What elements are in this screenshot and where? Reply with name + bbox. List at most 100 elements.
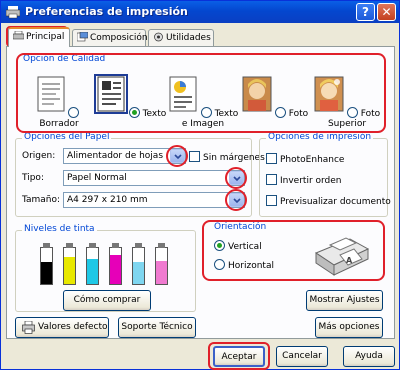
title-bar: Preferencias de impresión ? ✕: [1, 1, 399, 23]
ink-levels-title: Niveles de tinta: [22, 224, 97, 234]
more-options-button[interactable]: Más opciones: [315, 317, 383, 338]
radio-borrador[interactable]: [68, 107, 80, 118]
tab-principal[interactable]: Principal: [8, 27, 70, 47]
orientation-horizontal[interactable]: Horizontal: [214, 259, 274, 271]
ink-levels-group: Niveles de tinta Cómo comprar: [15, 224, 196, 312]
quality-option-foto-superior[interactable]: Foto Superior: [311, 76, 383, 129]
origin-select[interactable]: Alimentador de hojas: [63, 148, 186, 164]
ink-level-fill: [133, 262, 144, 284]
draft-page-icon: [37, 76, 65, 112]
quality-option-foto[interactable]: Foto: [239, 76, 311, 119]
radio-texto[interactable]: [128, 107, 140, 118]
text-image-page-icon: [169, 76, 197, 112]
ink-level-fill: [64, 257, 75, 284]
quality-group: Opción de Calidad Borrador Texto Texto e…: [15, 54, 386, 130]
ink-cartridge: [109, 243, 122, 285]
label-borrador: Borrador: [39, 119, 79, 129]
text-page-icon: [93, 74, 128, 114]
tech-support-button[interactable]: Soporte Técnico: [118, 317, 196, 338]
type-select[interactable]: Papel Normal: [63, 170, 245, 186]
photoenhance-checkbox[interactable]: [266, 153, 277, 164]
quality-option-texto-imagen[interactable]: Texto e Imagen: [167, 76, 239, 129]
orientation-group: Orientación Vertical Horizontal A: [206, 222, 386, 280]
quality-title: Opción de Calidad: [21, 54, 108, 64]
label-horizontal: Horizontal: [228, 261, 274, 271]
how-to-buy-button[interactable]: Cómo comprar: [63, 290, 151, 311]
svg-text:A: A: [346, 256, 353, 265]
ink-level-fill: [156, 260, 167, 284]
tab-label: Principal: [26, 32, 65, 42]
borderless-option[interactable]: Sin márgenes: [189, 151, 265, 163]
cancel-button[interactable]: Cancelar: [276, 346, 328, 367]
print-options-title: Opciones de impresión: [266, 132, 374, 142]
window-title: Preferencias de impresión: [25, 5, 188, 18]
type-label: Tipo:: [22, 173, 44, 183]
paper-options-title: Opciones del Papel: [22, 132, 112, 142]
printer-tab-icon: [12, 30, 25, 40]
help-button[interactable]: Ayuda: [343, 346, 395, 367]
origin-label: Origen:: [22, 151, 56, 161]
printer-defaults-icon: [22, 321, 35, 334]
size-select[interactable]: A4 297 x 210 mm: [63, 192, 245, 208]
tab-utilidades[interactable]: Utilidades: [148, 29, 214, 46]
origin-dropdown-button[interactable]: [170, 149, 185, 163]
quality-option-borrador[interactable]: Borrador: [23, 76, 95, 129]
type-dropdown-button[interactable]: [229, 171, 244, 185]
layout-tab-icon: [76, 31, 89, 42]
ink-cartridge: [63, 243, 76, 285]
radio-horizontal[interactable]: [214, 259, 225, 270]
defaults-button[interactable]: Valores defecto: [15, 317, 109, 338]
radio-texto-imagen[interactable]: [200, 107, 212, 118]
print-options-group: Opciones de impresión PhotoEnhance Inver…: [259, 132, 391, 217]
ink-cartridge-cap: [89, 243, 96, 248]
orientation-vertical[interactable]: Vertical: [214, 240, 262, 252]
tab-label: Composición: [90, 33, 148, 43]
size-dropdown-button[interactable]: [229, 193, 244, 207]
preview-option[interactable]: Previsualizar documento: [266, 195, 391, 207]
quality-option-texto[interactable]: Texto: [93, 74, 167, 119]
printer-app-icon: [6, 6, 20, 19]
borderless-checkbox[interactable]: [189, 151, 200, 162]
tools-tab-icon: [154, 32, 163, 42]
ink-cartridge: [155, 243, 168, 285]
ink-cartridge-cap: [43, 243, 50, 248]
photoenhance-option[interactable]: PhotoEnhance: [266, 153, 344, 165]
ink-cartridge: [86, 243, 99, 285]
defaults-label: Valores defecto: [38, 322, 108, 332]
help-title-button[interactable]: ?: [356, 3, 375, 21]
reverse-order-checkbox[interactable]: [266, 174, 277, 185]
reverse-order-label: Invertir orden: [280, 176, 342, 186]
ink-cartridge-cap: [112, 243, 119, 248]
radio-vertical[interactable]: [214, 240, 225, 251]
close-button[interactable]: ✕: [377, 3, 396, 21]
orientation-title: Orientación: [212, 222, 269, 232]
tab-composicion[interactable]: Composición: [72, 29, 148, 46]
chevron-down-icon: [232, 176, 241, 182]
photoenhance-label: PhotoEnhance: [280, 155, 345, 165]
ink-cartridge-cap: [158, 243, 165, 248]
radio-foto[interactable]: [274, 107, 286, 118]
show-settings-button[interactable]: Mostrar Ajustes: [306, 290, 383, 311]
paper-options-group: Opciones del Papel Origen: Alimentador d…: [15, 132, 265, 217]
size-label: Tamaño:: [22, 195, 61, 205]
ink-level-fill: [87, 258, 98, 284]
preview-label: Previsualizar documento: [280, 197, 391, 207]
principal-panel: Opción de Calidad Borrador Texto Texto e…: [6, 46, 395, 339]
printer-orientation-illustration: A: [314, 237, 370, 276]
radio-foto-superior[interactable]: [346, 107, 358, 118]
accept-button[interactable]: Aceptar: [213, 346, 265, 367]
chevron-down-icon: [173, 154, 182, 160]
ink-cartridge: [40, 243, 53, 285]
reverse-order-option[interactable]: Invertir orden: [266, 174, 342, 186]
ink-level-fill: [41, 262, 52, 284]
print-preferences-dialog: Preferencias de impresión ? ✕ Principal …: [0, 0, 400, 370]
ink-cartridge-cap: [66, 243, 73, 248]
ink-cartridge-cap: [135, 243, 142, 248]
borderless-label: Sin márgenes: [203, 153, 265, 163]
photo-superior-icon: [314, 76, 344, 112]
tab-label: Utilidades: [166, 33, 211, 43]
label-vertical: Vertical: [228, 242, 262, 252]
photo-icon: [242, 76, 272, 112]
preview-checkbox[interactable]: [266, 195, 277, 206]
chevron-down-icon: [232, 198, 241, 204]
